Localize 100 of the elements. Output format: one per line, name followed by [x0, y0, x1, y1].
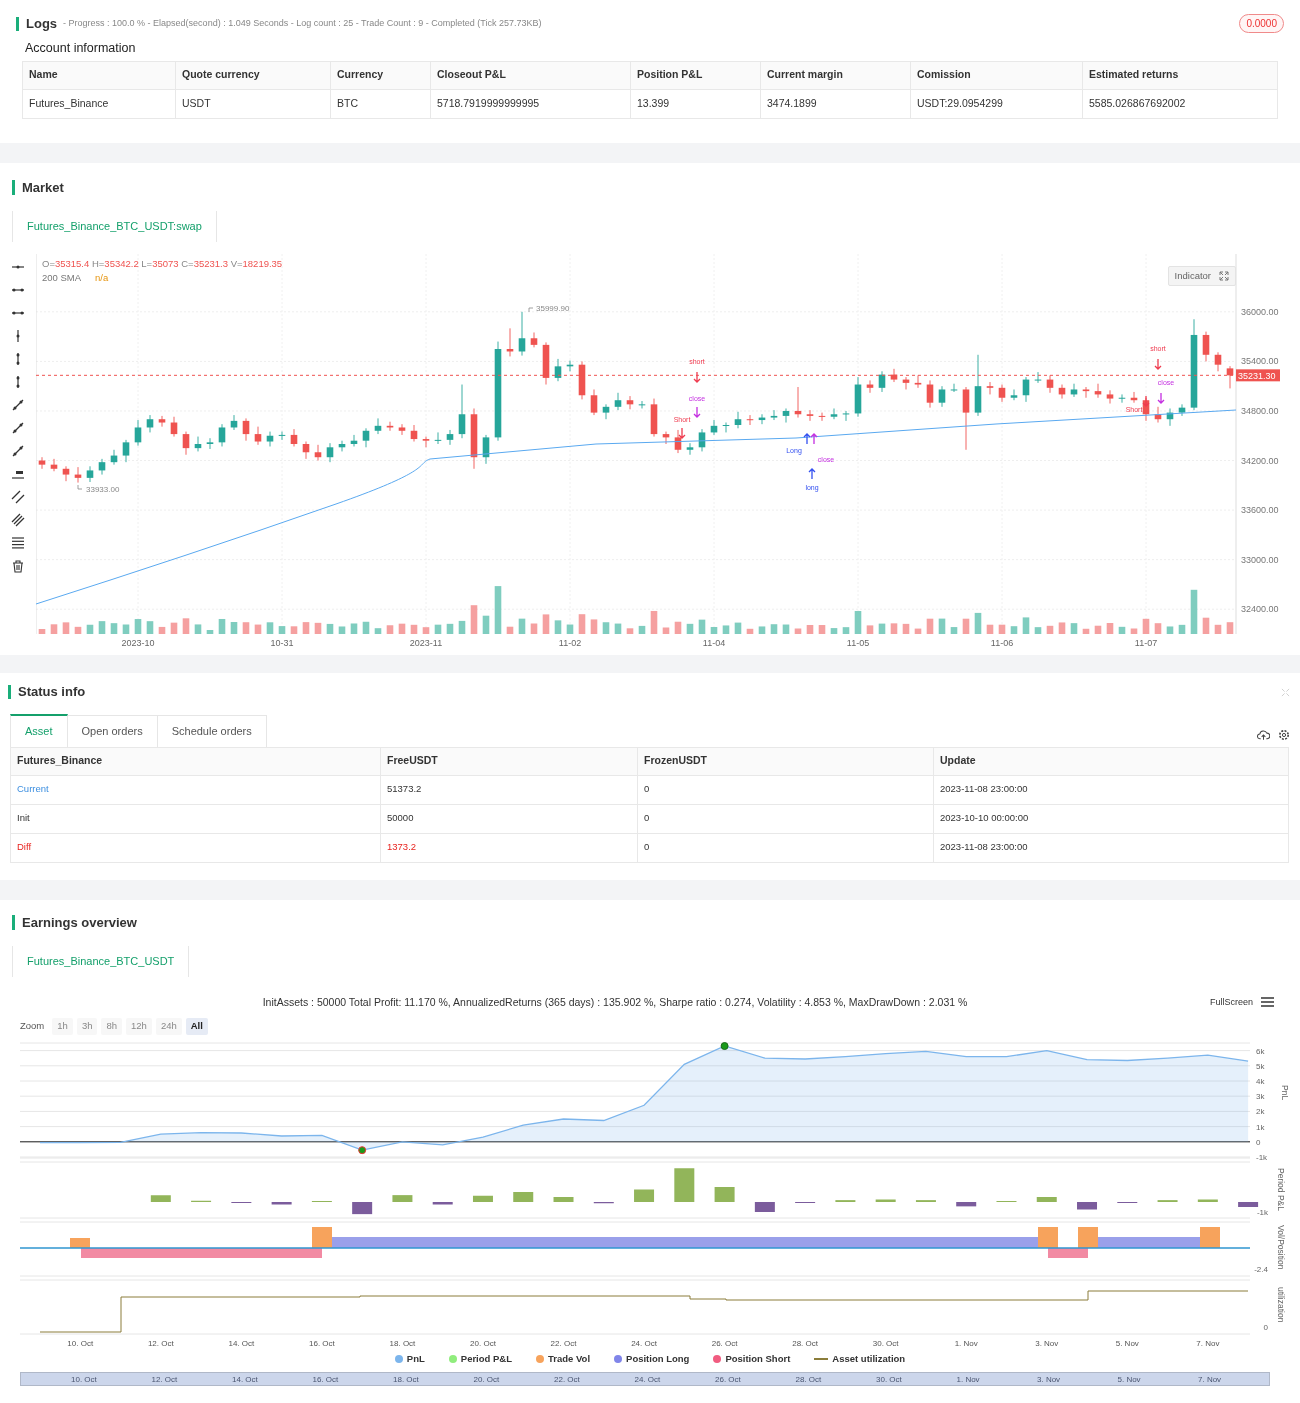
x-axis-label: 14. Oct [228, 1338, 255, 1348]
navigator-label: 18. Oct [393, 1374, 419, 1384]
column-header: Futures_Binance [10, 747, 381, 775]
trend-line-icon[interactable] [11, 420, 25, 435]
price-axis-label: 33000.00 [1241, 554, 1279, 565]
column-header: Estimated returns [1082, 61, 1278, 90]
earnings-tab[interactable]: Futures_Binance_BTC_USDT [12, 946, 190, 977]
date-axis-label: 11-07 [1134, 637, 1158, 648]
zoom-button[interactable]: 3h [76, 1018, 98, 1035]
y-axis-label: 4k [1256, 1076, 1265, 1086]
y-axis-label: 1k [1256, 1122, 1265, 1132]
parallel-lines-icon[interactable] [11, 512, 25, 527]
legend-item[interactable]: Trade Vol [548, 1351, 591, 1366]
position-axis-label: -2.4 [1254, 1264, 1268, 1274]
candlestick [1202, 330, 1210, 362]
candlestick [914, 374, 922, 388]
zoom-button[interactable]: 1h [52, 1018, 73, 1035]
navigator-label: 14. Oct [232, 1374, 258, 1384]
y-axis-label: -1k [1256, 1152, 1268, 1162]
candlestick [1010, 388, 1018, 401]
candlestick [686, 442, 694, 455]
table-cell: 2023-11-08 23:00:00 [933, 775, 1289, 804]
zoom-button[interactable]: 12h [126, 1018, 152, 1035]
date-axis-label: 11-04 [702, 637, 726, 648]
fullscreen-button[interactable]: FullScreen [1209, 995, 1253, 1010]
column-header: Comission [910, 61, 1083, 90]
legend-item[interactable]: Asset utilization [832, 1351, 906, 1366]
navigator-label: 16. Oct [312, 1374, 339, 1384]
date-axis-label: 2023-10 [121, 637, 155, 648]
legend-item[interactable]: Position Short [725, 1351, 791, 1366]
x-axis-label: 30. Oct [872, 1338, 899, 1348]
navigator-label: 28. Oct [795, 1374, 822, 1384]
navigator-label: 12. Oct [151, 1374, 178, 1384]
candlestick [290, 428, 298, 447]
y-axis-label: 2k [1256, 1106, 1265, 1116]
zoom-button[interactable]: 8h [101, 1018, 123, 1035]
status-tab[interactable]: Asset [10, 714, 68, 747]
table-cell: Current [10, 775, 381, 804]
navigator-label: 10. Oct [71, 1374, 97, 1384]
date-axis-label: 11-05 [846, 637, 870, 648]
candlestick [1070, 382, 1078, 397]
parallel-lines-icon[interactable] [11, 489, 25, 504]
status-tab[interactable]: Schedule orders [157, 715, 267, 747]
legend-item[interactable]: Period P&L [460, 1351, 512, 1366]
indicator-button[interactable]: Indicator [1167, 265, 1236, 286]
candlestick [590, 388, 598, 416]
x-axis-label: 12. Oct [147, 1338, 174, 1348]
table-cell: USDT [175, 89, 331, 119]
zoom-label: Zoom [20, 1019, 45, 1034]
table-cell: 5585.026867692002 [1082, 89, 1278, 119]
status-tab[interactable]: Open orders [67, 715, 158, 747]
candlestick [458, 383, 466, 439]
low-price-label: 33933.00 [86, 484, 120, 494]
candlestick [218, 423, 226, 447]
legend-item[interactable]: PnL [406, 1351, 425, 1366]
candlestick [1106, 389, 1114, 404]
candlestick [326, 442, 334, 463]
utilization-axis-label: 0 [1263, 1322, 1268, 1332]
ohlc-readout: O=35315.4 H=35342.2 L=35073 C=35231.3 V=18219.35 [42, 256, 283, 271]
navigator-label: 24. Oct [634, 1374, 661, 1384]
trash-icon[interactable] [11, 558, 25, 573]
column-header: Current margin [760, 61, 911, 90]
axis-title: PnL [1280, 1084, 1290, 1100]
table-cell: Init [10, 804, 381, 833]
navigator-label: 26. Oct [715, 1374, 741, 1384]
legend-item[interactable]: Position Long [626, 1351, 690, 1366]
navigator-label: 22. Oct [554, 1374, 580, 1384]
table-cell: 2023-11-08 23:00:00 [933, 833, 1289, 862]
price-axis-label: 36000.00 [1241, 306, 1279, 317]
grid-lines-icon[interactable] [11, 535, 25, 550]
zoom-button[interactable]: All [185, 1018, 208, 1035]
indicator-value: n/a [95, 271, 109, 283]
section-title: Market [12, 180, 64, 195]
navigator-label: 30. Oct [876, 1374, 902, 1384]
trend-line-icon[interactable] [11, 397, 25, 412]
table-cell: 1373.2 [380, 833, 638, 862]
candlestick [806, 409, 814, 421]
section-title: Status info [8, 685, 86, 699]
candlestick [134, 419, 142, 446]
date-axis-label: 11-02 [558, 637, 582, 648]
table-cell: USDT:29.0954299 [910, 89, 1083, 119]
column-header: Closeout P&L [430, 61, 631, 90]
axis-title: utilization [1276, 1286, 1286, 1322]
x-axis-label: 16. Oct [309, 1338, 335, 1348]
date-axis-label: 10-31 [270, 637, 294, 648]
axis-title: Period P&L [1276, 1167, 1286, 1211]
trend-line-icon[interactable] [11, 443, 25, 458]
zoom-button[interactable]: 24h [155, 1018, 182, 1035]
candlestick [830, 407, 838, 420]
market-tab[interactable]: Futures_Binance_BTC_USDT:swap [12, 211, 217, 242]
menu-icon[interactable] [1261, 997, 1274, 1008]
candlestick [1082, 386, 1090, 398]
navigator-label: 3. Nov [1037, 1374, 1061, 1384]
navigator-bar[interactable]: 10. Oct 12. Oct 14. Oct 16. Oct 18. Oct 20. Oct 22. Oct 24. Oct 26. Oct 28. Oct 30. Oct 1. Nov 3. Nov 5. Nov 7. Nov [20, 1371, 1270, 1386]
settings-icon[interactable] [1278, 728, 1290, 741]
column-header: Currency [330, 61, 431, 90]
candlestick [158, 414, 166, 427]
cloud-upload-icon[interactable] [1257, 728, 1270, 741]
indicator-name: 200 SMA [42, 271, 82, 283]
performance-summary: InitAssets : 50000 Total Profit: 11.170 %, AnnualizedReturns (365 days) : 135.902 %, Sharpe ratio : 0.274, Volatility : 4.853 %, MaxDrawDown : 2.031 % [261, 994, 969, 1010]
